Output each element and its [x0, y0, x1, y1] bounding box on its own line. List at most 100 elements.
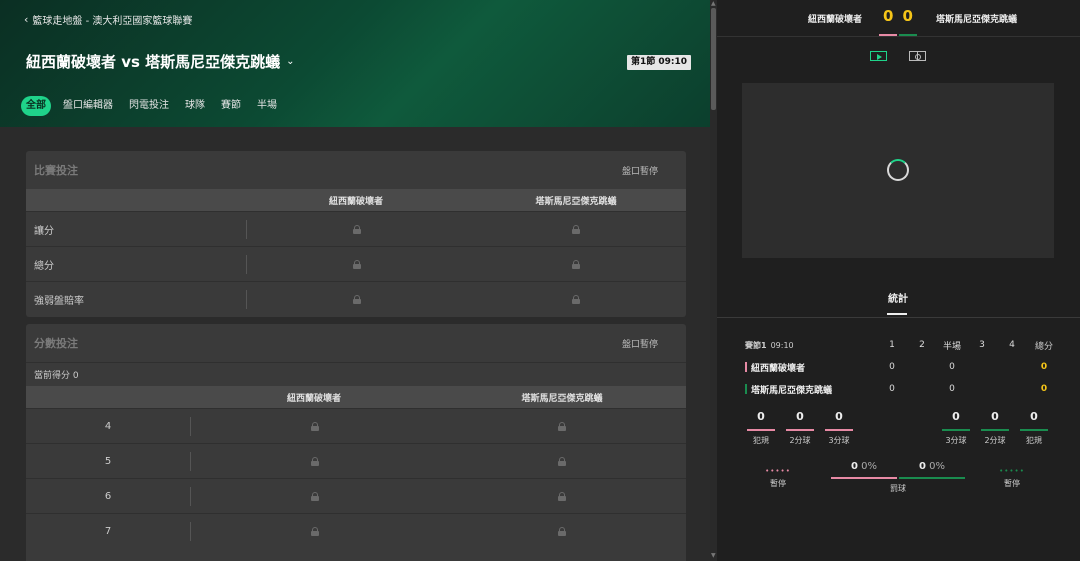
- score: 0 0: [883, 7, 913, 25]
- tab-teams[interactable]: 球隊: [177, 96, 213, 116]
- home-half: 0: [949, 362, 955, 372]
- away-team-header: 塔斯馬尼亞傑克跳蟻: [535, 196, 617, 207]
- column-headers: 紐西蘭破壞者 塔斯馬尼亞傑克跳蟻: [26, 189, 686, 211]
- video-play-icon[interactable]: [870, 51, 887, 61]
- away-odds-cell: [467, 255, 687, 274]
- stat-value: 0: [757, 410, 765, 423]
- markets-pane: ‹ 籃球走地盤 - 澳大利亞國家籃球聯賽 紐西蘭破壞者 vs 塔斯馬尼亞傑克跳蟻…: [0, 0, 710, 561]
- card-title: 分數投注: [34, 337, 78, 350]
- video-player[interactable]: [742, 83, 1054, 258]
- suspended-label: 盤口暫停: [621, 166, 658, 177]
- court-icon[interactable]: [909, 51, 926, 61]
- stat-value: 0: [952, 410, 960, 423]
- tab-bet-builder[interactable]: 盤口編輯器: [55, 96, 121, 116]
- card-title: 比賽投注: [34, 164, 78, 177]
- away-odds-cell: [439, 487, 687, 506]
- away-ft-made: 0: [918, 461, 926, 472]
- scrollbar[interactable]: ▲ ▼: [710, 0, 717, 561]
- home-team-cell: 紐西蘭破壞者: [745, 361, 877, 374]
- score-bets-card: 分數投注 盤口暫停 當前得分 0 紐西蘭破壞者 塔斯馬尼亞傑克跳蟻 4 5 6: [26, 324, 686, 561]
- scroll-up-icon[interactable]: ▲: [711, 0, 716, 7]
- home-total: 0: [1040, 362, 1048, 372]
- away-ft: 0 0%: [919, 461, 945, 472]
- lock-icon: [572, 224, 581, 234]
- market-label: 讓分: [34, 225, 54, 237]
- match-clock-badge: 第1節 09:10: [627, 55, 692, 70]
- live-pane: 紐西蘭破壞者 0 0 塔斯馬尼亞傑克跳蟻 統計 賽節1 09:10 1 2 半場…: [717, 0, 1080, 561]
- scrollbar-thumb[interactable]: [711, 8, 716, 110]
- scroll-down-icon[interactable]: ▼: [711, 552, 716, 559]
- breadcrumb[interactable]: ‹ 籃球走地盤 - 澳大利亞國家籃球聯賽: [24, 12, 192, 27]
- home-score-row: 紐西蘭破壞者 0 0 0: [745, 356, 1065, 378]
- tab-quarters[interactable]: 賽節: [213, 96, 249, 116]
- away-odds-cell: [439, 417, 687, 436]
- match-bets-card: 比賽投注 盤口暫停 紐西蘭破壞者 塔斯馬尼亞傑克跳蟻 讓分 總分 強弱盤賠率: [26, 151, 686, 317]
- stat-label: 3分球: [828, 436, 850, 445]
- match-title-dropdown[interactable]: 紐西蘭破壞者 vs 塔斯馬尼亞傑克跳蟻 ⌄: [26, 51, 295, 72]
- home-team-header: 紐西蘭破壞者: [286, 393, 341, 404]
- market-tabs: 全部 盤口編輯器 閃電投注 球隊 賽節 半場: [21, 96, 285, 116]
- card-header[interactable]: 比賽投注 盤口暫停: [26, 151, 686, 189]
- col-total: 總分: [1034, 341, 1053, 352]
- home-score: 0: [883, 7, 894, 25]
- lock-icon: [310, 526, 319, 536]
- score-table: 賽節1 09:10 1 2 半場 3 4 總分 紐西蘭破壞者 0 0 0 塔斯馬…: [745, 334, 1065, 400]
- away-timeouts: ••••• 暫停: [992, 467, 1032, 489]
- home-stat-2pt: 0 2分球: [786, 410, 814, 446]
- lock-icon: [352, 224, 361, 234]
- stat-label: 2分球: [984, 436, 1006, 445]
- away-team-name: 塔斯馬尼亞傑克跳蟻: [936, 15, 1018, 25]
- stat-label: 2分球: [789, 436, 811, 445]
- free-throw-label: 罰球: [890, 484, 906, 493]
- divider: [717, 317, 1080, 318]
- timeout-dots-icon: •••••: [765, 467, 791, 475]
- score-value: 7: [104, 525, 112, 537]
- away-stat-3pt: 0 3分球: [942, 410, 970, 446]
- lock-icon: [558, 456, 567, 466]
- away-odds-cell: [439, 522, 687, 541]
- active-tab-underline: [887, 313, 907, 315]
- home-color-marker: [745, 362, 747, 372]
- card-header[interactable]: 分數投注 盤口暫停: [26, 324, 686, 362]
- market-row-total: 總分: [26, 246, 686, 281]
- away-team-cell: 塔斯馬尼亞傑克跳蟻: [745, 383, 877, 396]
- stat-value: 0: [796, 410, 804, 423]
- game-clock: 09:10: [770, 340, 794, 350]
- tab-all[interactable]: 全部: [21, 96, 51, 116]
- match-title: 紐西蘭破壞者 vs 塔斯馬尼亞傑克跳蟻: [26, 53, 281, 71]
- away-total: 0: [1040, 384, 1048, 394]
- tab-half[interactable]: 半場: [249, 96, 285, 116]
- suspended-label: 盤口暫停: [621, 339, 658, 350]
- home-stat-3pt: 0 3分球: [825, 410, 853, 446]
- tab-statistics[interactable]: 統計: [888, 290, 908, 305]
- home-color-line: [879, 34, 897, 36]
- home-odds-cell: [246, 289, 467, 309]
- col-q3: 3: [979, 340, 985, 350]
- lock-icon: [558, 421, 567, 431]
- free-throws: 0 0% 0 0% 罰球: [831, 461, 965, 494]
- timeout-label: 暫停: [770, 479, 786, 488]
- home-odds-cell: [190, 416, 439, 436]
- away-q1: 0: [889, 384, 895, 394]
- stat-value: 0: [1030, 410, 1038, 423]
- chevron-down-icon: ⌄: [286, 56, 295, 67]
- lock-icon: [558, 526, 567, 536]
- timeout-label: 暫停: [1004, 479, 1020, 488]
- away-team-name: 塔斯馬尼亞傑克跳蟻: [751, 385, 833, 396]
- home-ft-pct: 0%: [861, 461, 878, 472]
- scoreboard: 紐西蘭破壞者 0 0 塔斯馬尼亞傑克跳蟻: [717, 0, 1080, 37]
- page: ‹ 籃球走地盤 - 澳大利亞國家籃球聯賽 紐西蘭破壞者 vs 塔斯馬尼亞傑克跳蟻…: [0, 0, 1080, 561]
- score-value: 4: [104, 420, 112, 432]
- market-label: 總分: [34, 260, 54, 272]
- col-half: 半場: [942, 341, 961, 352]
- stat-label: 3分球: [945, 436, 967, 445]
- score-row: 7: [26, 513, 686, 548]
- market-row-moneyline: 強弱盤賠率: [26, 281, 686, 316]
- away-stats: 0 3分球 0 2分球 0 犯規: [942, 410, 1048, 446]
- lock-icon: [352, 294, 361, 304]
- home-odds-cell: [246, 254, 467, 274]
- tab-flash-bet[interactable]: 閃電投注: [121, 96, 177, 116]
- loading-spinner-icon: [887, 159, 909, 181]
- home-timeouts: ••••• 暫停: [758, 467, 798, 489]
- home-team-name: 紐西蘭破壞者: [807, 15, 862, 25]
